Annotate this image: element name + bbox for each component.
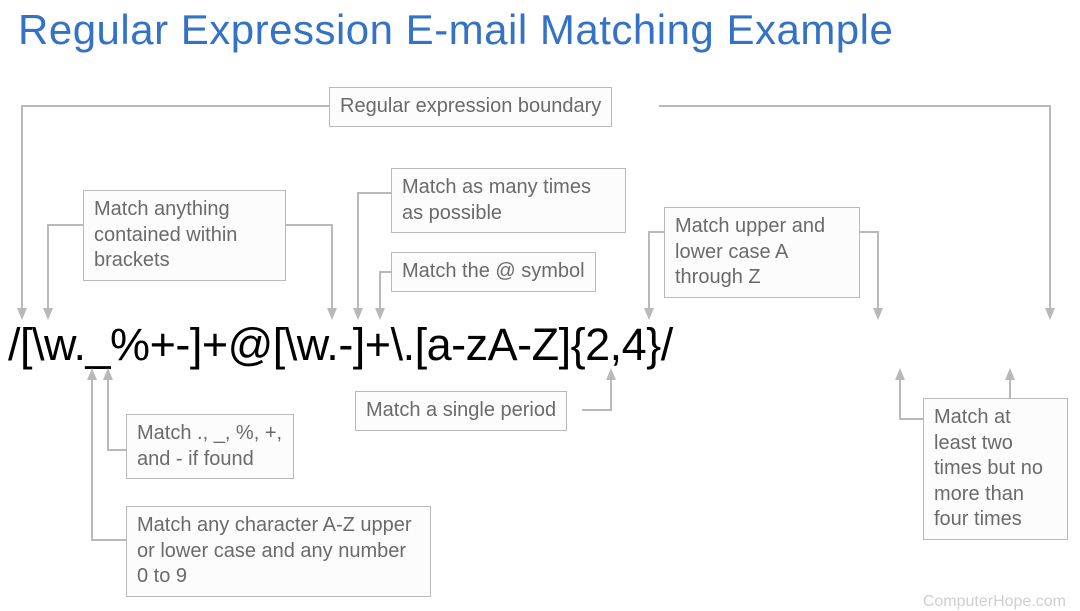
- attribution: ComputerHope.com: [923, 593, 1066, 611]
- callout-at: Match the @ symbol: [391, 252, 596, 292]
- callout-plus: Match as many times as possible: [391, 168, 626, 233]
- callout-quant: Match at least two times but no more tha…: [923, 398, 1068, 540]
- callout-specials: Match ., _, %, +, and - if found: [126, 414, 294, 479]
- regex-expression: /[\w._%+-]+@[\w.-]+\.[a-zA-Z]{2,4}/: [8, 319, 673, 371]
- callout-period: Match a single period: [355, 391, 567, 431]
- callout-azAZ: Match upper and lower case A through Z: [664, 207, 860, 298]
- callout-wordchar: Match any character A-Z upper or lower c…: [126, 506, 431, 597]
- callout-brackets: Match anything contained within brackets: [83, 190, 286, 281]
- diagram-title: Regular Expression E-mail Matching Examp…: [18, 6, 893, 54]
- callout-boundary: Regular expression boundary: [329, 87, 612, 127]
